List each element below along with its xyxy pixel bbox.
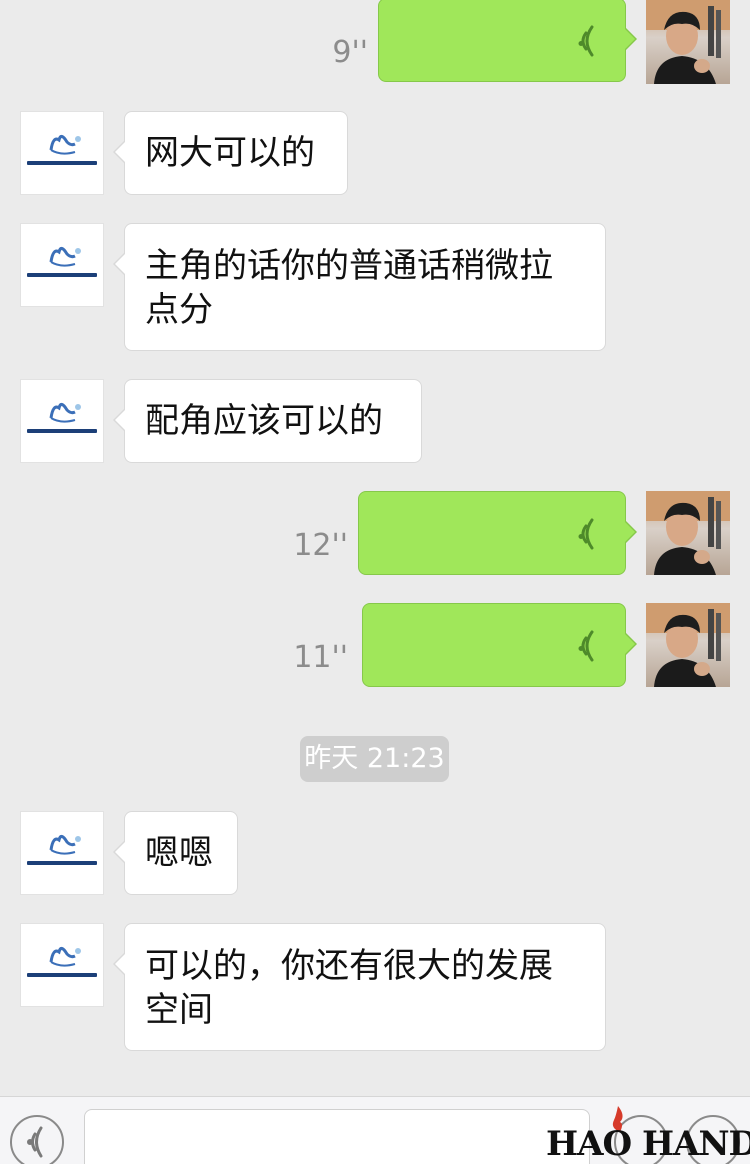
user-photo-avatar xyxy=(646,491,730,575)
voice-wave-icon xyxy=(578,25,594,57)
company-logo-icon xyxy=(27,135,97,165)
watermark-logo: HAO HAND xyxy=(546,1106,750,1164)
contact-avatar[interactable] xyxy=(20,223,104,307)
contact-avatar[interactable] xyxy=(20,811,104,895)
company-logo-icon xyxy=(27,403,97,433)
company-logo-icon xyxy=(27,247,97,277)
message-input[interactable] xyxy=(84,1109,590,1164)
message-text: 网大可以的 xyxy=(145,133,315,173)
user-avatar[interactable] xyxy=(646,0,730,84)
text-message-bubble: 配角应该可以的 xyxy=(113,379,422,463)
text-message-bubble: 主角的话你的普通话稍微拉点分 xyxy=(113,223,606,351)
company-logo-icon xyxy=(27,835,97,865)
voice-toggle-icon[interactable] xyxy=(10,1115,64,1164)
contact-avatar[interactable] xyxy=(20,923,104,1007)
message-text: 主角的话你的普通话稍微拉点分 xyxy=(145,246,553,330)
contact-avatar[interactable] xyxy=(20,379,104,463)
voice-duration: 9'' xyxy=(332,35,368,70)
user-avatar[interactable] xyxy=(646,603,730,687)
voice-wave-icon xyxy=(27,1126,43,1158)
contact-avatar[interactable] xyxy=(20,111,104,195)
voice-message-bubble[interactable] xyxy=(378,0,637,82)
voice-message-bubble[interactable] xyxy=(362,603,637,687)
text-message-bubble: 可以的，你还有很大的发展空间 xyxy=(113,923,606,1051)
voice-wave-icon xyxy=(578,518,594,550)
watermark-text: HAO HAND xyxy=(546,1124,750,1164)
user-avatar[interactable] xyxy=(646,491,730,575)
voice-wave-icon xyxy=(578,630,594,662)
text-message-bubble: 网大可以的 xyxy=(113,111,348,195)
message-text: 嗯嗯 xyxy=(145,833,213,873)
voice-message-bubble[interactable] xyxy=(358,491,637,575)
timestamp-label: 昨天 21:23 xyxy=(300,736,449,782)
message-text: 配角应该可以的 xyxy=(145,401,383,441)
company-logo-icon xyxy=(27,947,97,977)
text-message-bubble: 嗯嗯 xyxy=(113,811,238,895)
user-photo-avatar xyxy=(646,603,730,687)
user-photo-avatar xyxy=(646,0,730,84)
voice-duration: 12'' xyxy=(293,528,348,563)
message-text: 可以的，你还有很大的发展空间 xyxy=(145,946,553,1030)
chat-screen: 9'' 网大可以的 主角的话你的普通话稍微拉点分 配角应该可以的 12'' 11… xyxy=(0,0,750,1164)
voice-duration: 11'' xyxy=(293,640,348,675)
